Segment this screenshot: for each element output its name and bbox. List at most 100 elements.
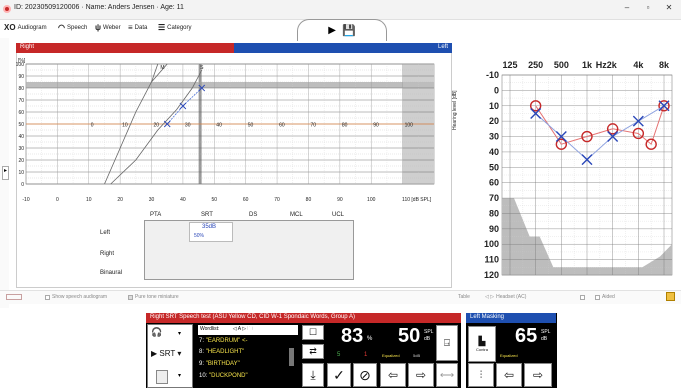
next-list-button[interactable]: ▷: [242, 326, 246, 332]
speech-y-tick: 40: [18, 134, 24, 140]
speech-tab[interactable]: ◠ Speech: [58, 23, 87, 32]
masking-unit-bottom: dB: [541, 336, 548, 342]
row-label-right: Right: [100, 251, 115, 257]
correct-button[interactable]: ✓: [327, 363, 351, 387]
speech-inner-tick: 30: [185, 122, 191, 128]
weber-tab[interactable]: ψ Weber: [95, 23, 121, 32]
audiogram-db-label: -10: [486, 70, 499, 80]
dropdown-arrow-icon[interactable]: ▾: [178, 330, 181, 337]
data-tab[interactable]: ≡ Data: [128, 23, 147, 32]
open-folder-icon[interactable]: 🗀: [247, 326, 252, 332]
speech-y-tick: 10: [18, 170, 24, 176]
headphones-icon[interactable]: 🎧: [151, 327, 162, 338]
speech-audiogram-chart[interactable]: 1009080706050403020100[%]-10 0 10 20 30 40 50 6…: [16, 54, 452, 204]
correct-count: 5: [337, 352, 341, 358]
score-value: 83: [341, 325, 364, 347]
speech-x-tick: 20: [117, 197, 123, 203]
lock-icon[interactable]: [666, 292, 675, 301]
category-tab[interactable]: ☰ Category: [158, 23, 192, 32]
decrease-level-button[interactable]: ⇦: [380, 363, 406, 387]
masking-value: 65: [515, 325, 538, 347]
speech-inner-tick: 0: [91, 122, 94, 128]
bone-conductor-icon[interactable]: ⍈: [436, 325, 458, 361]
pure-tone-miniature-checkbox[interactable]: Pure tone miniature: [128, 294, 179, 300]
score-display: 83 % 5 1: [327, 324, 377, 362]
curve-label-m: M: [160, 65, 164, 71]
speech-x-tick: 70: [274, 197, 280, 203]
speech-y-tick: 80: [18, 86, 24, 92]
word-item-10[interactable]: 10: "DUCKPOND": [199, 373, 248, 379]
speech-inner-tick: 100: [405, 122, 414, 128]
no-response-button[interactable]: ⊘: [353, 363, 377, 387]
audiogram-db-label: 90: [489, 224, 499, 234]
save-icon[interactable]: 💾: [342, 24, 356, 37]
document-icon[interactable]: [156, 370, 168, 384]
speech-x-tick: 30: [149, 197, 155, 203]
prev-list-button[interactable]: ◁: [233, 326, 237, 332]
masking-header: Left Masking: [466, 313, 556, 323]
speech-audiogram-toggle-icon[interactable]: [6, 294, 22, 300]
audiogram-db-label: 100: [484, 239, 499, 249]
audiogram-tab[interactable]: XO Audiogram: [4, 23, 47, 32]
increase-level-button[interactable]: ⇨: [408, 363, 434, 387]
speech-results-table: PTA SRT DS MCL UCL Left Right Binaural 3…: [16, 210, 452, 290]
audiogram-freq-label: 1k: [582, 60, 593, 70]
aided-checkbox[interactable]: Aided: [580, 294, 615, 300]
srt-left-cell[interactable]: 35dB 50%: [189, 222, 233, 242]
speech-y-tick: 70: [18, 98, 24, 104]
srt-left-value: 35dB: [202, 224, 217, 230]
swap-button[interactable]: ⇄: [302, 344, 324, 359]
pure-tone-audiogram[interactable]: 125 250 500 1k Hz2k 4k 8k -10 0 10 20 30 40 50 60 70 80 9…: [466, 50, 681, 278]
close-button[interactable]: ✕: [659, 3, 679, 12]
document-dropdown-icon[interactable]: ▾: [178, 372, 181, 379]
range-button[interactable]: ⟷: [436, 363, 458, 387]
audiogram-db-label: 40: [489, 147, 499, 157]
audiogram-freq-label: 125: [502, 60, 517, 70]
audiogram-db-label: 30: [489, 132, 499, 142]
pta-header: PTA: [150, 212, 162, 218]
audiogram-db-label: 20: [489, 116, 499, 126]
speech-inner-tick: 70: [310, 122, 316, 128]
masking-noise-icon[interactable]: ⫶: [468, 363, 494, 387]
play-icon[interactable]: ▶: [328, 25, 336, 36]
masking-decrease-button[interactable]: ⇦: [496, 363, 522, 387]
wordlist-letter: A: [237, 326, 241, 332]
audiogram-db-label: 120: [484, 270, 499, 278]
row-label-left: Left: [100, 230, 111, 236]
category-icon: ☰: [158, 23, 166, 32]
maximize-button[interactable]: ▫: [638, 3, 658, 12]
minimize-button[interactable]: –: [617, 3, 637, 12]
audiogram-db-label: 0: [494, 85, 499, 95]
speech-x-tick: 0: [56, 197, 59, 203]
options-bar: Show speech audiogram Pure tone miniatur…: [0, 290, 681, 304]
audiogram-freq-label: 4k: [633, 60, 644, 70]
audiogram-db-label: 80: [489, 208, 499, 218]
masking-increase-button[interactable]: ⇨: [524, 363, 552, 387]
window-title: ID: 20230509120006 · Name: Anders Jensen…: [14, 4, 184, 11]
speech-x-tick: 50: [212, 197, 218, 203]
wordlist-scrollbar[interactable]: [289, 348, 294, 366]
test-type-select[interactable]: ▶ SRT ▾: [151, 349, 181, 358]
audiogram-db-label: 70: [489, 193, 499, 203]
word-item-7[interactable]: 7: "EARDRUM" <-: [199, 338, 247, 344]
speech-inner-tick: 40: [216, 122, 222, 128]
headset-selector[interactable]: ◁ ▷ Headset (AC): [485, 294, 526, 300]
word-item-8[interactable]: 8: "HEADLIGHT": [199, 349, 244, 355]
audiogram-freq-label: 250: [528, 60, 543, 70]
hearing-level-axis-title: Hearing level [dB]: [452, 90, 458, 130]
mcl-header: MCL: [290, 212, 303, 218]
contra-selector[interactable]: ▙ Contra: [468, 326, 496, 362]
show-speech-audiogram-checkbox[interactable]: Show speech audiogram: [45, 294, 107, 300]
score-unit: %: [367, 336, 373, 342]
expand-panel-button[interactable]: ▸: [2, 166, 9, 180]
speech-inner-tick: 80: [342, 122, 348, 128]
stop-button[interactable]: ☐: [302, 325, 324, 340]
table-label: Table: [458, 294, 470, 300]
speech-x-tick: 90: [337, 197, 343, 203]
speech-y-tick: 30: [18, 146, 24, 152]
word-item-9[interactable]: 9: "BIRTHDAY": [199, 361, 240, 367]
srt-left-percent: 50%: [194, 233, 205, 239]
download-button[interactable]: ⤓: [302, 363, 324, 387]
right-ear-label: Right: [20, 44, 35, 50]
speech-x-tick: 80: [306, 197, 312, 203]
